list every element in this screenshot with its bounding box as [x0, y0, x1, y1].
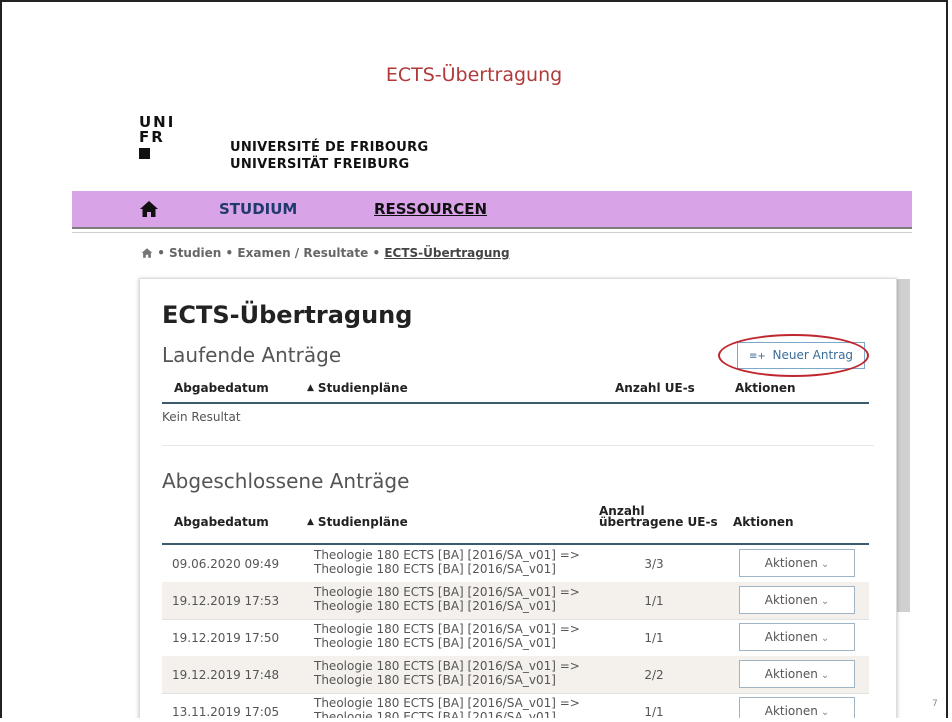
- nav-item-ressourcen[interactable]: RESSOURCEN: [374, 200, 487, 218]
- col-abgabedatum[interactable]: Abgabedatum: [174, 515, 269, 529]
- row-actions-label: Aktionen: [764, 704, 818, 718]
- row-plans: Theologie 180 ECTS [BA] [2016/SA_v01] =>…: [314, 696, 580, 718]
- page-number: 7: [932, 699, 938, 709]
- chevron-down-icon: ⌄: [820, 559, 830, 570]
- sort-up-icon: ▲: [307, 517, 314, 527]
- row-actions-label: Aktionen: [764, 630, 818, 644]
- breadcrumb: • Studien • Examen / Resultate • ECTS-Üb…: [141, 246, 510, 260]
- row-plan-to: Theologie 180 ECTS [BA] [2016/SA_v01]: [314, 599, 556, 613]
- row-actions-button[interactable]: Aktionen ⌄: [739, 697, 855, 718]
- table-row: 19.12.2019 17:50 Theologie 180 ECTS [BA]…: [162, 619, 869, 657]
- col-studienplaene-label: Studienpläne: [317, 381, 408, 395]
- row-plan-from: Theologie 180 ECTS [BA] [2016/SA_v01] =>: [314, 622, 580, 636]
- table-row: 19.12.2019 17:53 Theologie 180 ECTS [BA]…: [162, 582, 869, 620]
- highlight-oval: [718, 334, 869, 377]
- row-actions-button[interactable]: Aktionen ⌄: [739, 586, 855, 614]
- ects-panel: ECTS-Übertragung Laufende Anträge ≡+ Neu…: [139, 278, 897, 718]
- row-date: 19.12.2019 17:53: [172, 594, 280, 608]
- logo-mark-line-2: FR: [139, 128, 165, 146]
- col-anzahl-uebertragene-ue[interactable]: Anzahl übertragene UE-s: [599, 505, 729, 528]
- completed-table-header: Abgabedatum ▲ Studienpläne Anzahl übertra…: [162, 504, 869, 545]
- chevron-down-icon: ⌄: [820, 633, 830, 644]
- row-date: 13.11.2019 17:05: [172, 705, 280, 718]
- col-aktionen: Aktionen: [733, 515, 794, 529]
- row-actions-button[interactable]: Aktionen ⌄: [739, 660, 855, 688]
- university-name-de: UNIVERSITÄT FREIBURG: [230, 157, 410, 172]
- row-actions-button[interactable]: Aktionen ⌄: [739, 549, 855, 577]
- university-name: UNIVERSITÉ DE FRIBOURG UNIVERSITÄT FREIB…: [230, 139, 428, 173]
- row-plan-to: Theologie 180 ECTS [BA] [2016/SA_v01]: [314, 710, 556, 718]
- row-actions-button[interactable]: Aktionen ⌄: [739, 623, 855, 651]
- sort-up-icon: ▲: [307, 383, 314, 393]
- chevron-down-icon: ⌄: [820, 707, 830, 718]
- completed-requests-title: Abgeschlossene Anträge: [162, 469, 410, 493]
- row-count: 2/2: [644, 668, 664, 682]
- row-date: 09.06.2020 09:49: [172, 557, 280, 571]
- col-aktionen: Aktionen: [735, 381, 796, 395]
- chevron-down-icon: ⌄: [820, 670, 830, 681]
- slide-title: ECTS-Übertragung: [385, 64, 563, 86]
- slide: ECTS-Übertragung UNI FR UNIVERSITÉ DE FR…: [0, 0, 948, 718]
- main-navbar: STUDIUM RESSOURCEN: [72, 191, 912, 229]
- row-plan-from: Theologie 180 ECTS [BA] [2016/SA_v01] =>: [314, 585, 580, 599]
- logo-square: [139, 148, 150, 159]
- col-studienplaene-label: Studienpläne: [317, 515, 408, 529]
- row-count: 3/3: [644, 557, 664, 571]
- table-row: 09.06.2020 09:49 Theologie 180 ECTS [BA]…: [162, 545, 869, 583]
- row-count: 1/1: [644, 631, 664, 645]
- breadcrumb-home-icon[interactable]: [141, 247, 153, 259]
- university-name-fr: UNIVERSITÉ DE FRIBOURG: [230, 140, 429, 155]
- chevron-down-icon: ⌄: [820, 596, 830, 607]
- nav-divider: [72, 232, 912, 233]
- section-divider: [162, 445, 874, 446]
- row-plan-to: Theologie 180 ECTS [BA] [2016/SA_v01]: [314, 562, 556, 576]
- row-actions-label: Aktionen: [764, 667, 818, 681]
- row-actions-label: Aktionen: [764, 593, 818, 607]
- running-requests-title: Laufende Anträge: [162, 343, 342, 367]
- row-plans: Theologie 180 ECTS [BA] [2016/SA_v01] =>…: [314, 622, 580, 650]
- breadcrumb-examen[interactable]: Examen / Resultate: [237, 246, 368, 260]
- row-plans: Theologie 180 ECTS [BA] [2016/SA_v01] =>…: [314, 659, 580, 687]
- breadcrumb-separator: •: [372, 246, 381, 260]
- breadcrumb-studien[interactable]: Studien: [169, 246, 221, 260]
- home-icon[interactable]: [139, 200, 159, 218]
- page-title: ECTS-Übertragung: [162, 301, 413, 329]
- breadcrumb-current[interactable]: ECTS-Übertragung: [384, 246, 509, 260]
- row-date: 19.12.2019 17:48: [172, 668, 280, 682]
- row-plan-from: Theologie 180 ECTS [BA] [2016/SA_v01] =>: [314, 696, 580, 710]
- no-result-text: Kein Resultat: [162, 410, 241, 424]
- row-plan-to: Theologie 180 ECTS [BA] [2016/SA_v01]: [314, 636, 556, 650]
- row-plan-to: Theologie 180 ECTS [BA] [2016/SA_v01]: [314, 673, 556, 687]
- table-row: 19.12.2019 17:48 Theologie 180 ECTS [BA]…: [162, 656, 869, 694]
- row-actions-label: Aktionen: [764, 556, 818, 570]
- running-table-header: Abgabedatum ▲ Studienpläne Anzahl UE-s Ak…: [162, 378, 869, 404]
- unifr-logo: UNI FR: [139, 115, 175, 159]
- row-date: 19.12.2019 17:50: [172, 631, 280, 645]
- row-plan-from: Theologie 180 ECTS [BA] [2016/SA_v01] =>: [314, 548, 580, 562]
- row-plans: Theologie 180 ECTS [BA] [2016/SA_v01] =>…: [314, 548, 580, 576]
- col-studienplaene[interactable]: ▲ Studienpläne: [307, 515, 408, 529]
- col-abgabedatum[interactable]: Abgabedatum: [174, 381, 269, 395]
- row-plan-from: Theologie 180 ECTS [BA] [2016/SA_v01] =>: [314, 659, 580, 673]
- row-count: 1/1: [644, 594, 664, 608]
- breadcrumb-separator: •: [225, 246, 234, 260]
- page-scrollbar[interactable]: [895, 279, 910, 612]
- col-studienplaene[interactable]: ▲ Studienpläne: [307, 381, 408, 395]
- col-anzahl-ue[interactable]: Anzahl UE-s: [615, 381, 695, 395]
- breadcrumb-separator: •: [157, 246, 165, 260]
- row-plans: Theologie 180 ECTS [BA] [2016/SA_v01] =>…: [314, 585, 580, 613]
- row-count: 1/1: [644, 705, 664, 718]
- nav-item-studium[interactable]: STUDIUM: [219, 200, 297, 218]
- table-row: 13.11.2019 17:05 Theologie 180 ECTS [BA]…: [162, 693, 869, 718]
